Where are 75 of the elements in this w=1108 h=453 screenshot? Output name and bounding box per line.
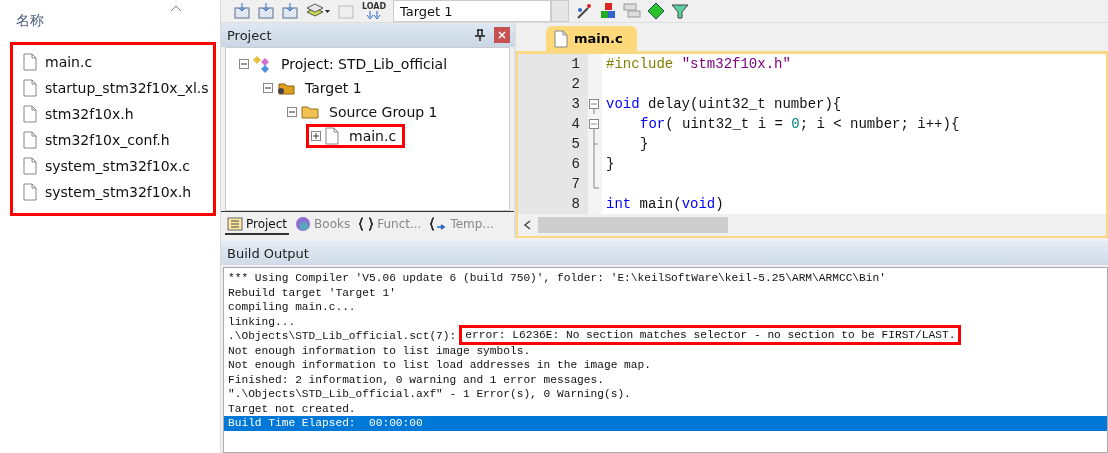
collapse-icon[interactable] [287,107,297,117]
code-line: #include "stm32f10x.h" [606,56,791,72]
code-line: } [606,156,615,172]
scrollbar-thumb[interactable] [538,217,728,233]
file-name[interactable]: system_stm32f10x.h [45,184,192,200]
editor-tab[interactable]: main.c [546,26,637,51]
panel-title: Project [221,23,514,47]
toolbar-icon[interactable] [257,2,275,20]
highlighted-error: error: L6236E: No section matches selector - no section to be FIRST/LAST. [459,325,962,345]
braces-icon [358,217,375,231]
output-line: Not enough information to list load addresses in the image map. [228,358,651,373]
file-tab-icon [554,29,568,48]
download-arrows-icon [367,10,381,21]
panel-tab[interactable]: Project [225,215,290,235]
code-line: } [640,136,649,152]
target-folder-icon [277,80,295,96]
output-line: linking... [228,314,296,329]
file-icon [23,105,37,123]
tree-item[interactable]: Project: STD_Lib_official [234,52,457,76]
line-number: 8 [518,194,588,214]
output-line: Rebuild target 'Target 1' [228,285,396,300]
tree-item[interactable]: Target 1 [258,76,371,100]
close-icon[interactable] [494,27,510,43]
line-number: 4 [518,114,588,134]
pin-icon[interactable] [474,29,486,41]
file-name[interactable]: stm32f10x_conf.h [45,132,170,148]
toolbar-icon[interactable] [233,2,251,20]
file-icon [23,79,37,97]
collapse-icon[interactable] [263,83,273,93]
funnel-icon[interactable] [671,2,689,20]
panel-title: Build Output [221,241,1108,265]
line-number: 3 [518,94,588,114]
line-number: 5 [518,134,588,154]
line-number: 2 [518,74,588,94]
code-line: for( uint32_t i = 0; i < number; i++){ [640,116,960,132]
code-line: void delay(uint32_t number){ [606,96,842,112]
file-icon [23,157,37,175]
file-name[interactable]: stm32f10x.h [45,106,134,122]
output-line: Finished: 2 information, 0 warning and 1 error messages. [228,372,604,387]
file-icon [23,183,37,201]
output-line: Target not created. [228,401,356,416]
tree-item[interactable]: main.c [306,124,406,148]
line-number: 6 [518,154,588,174]
load-button[interactable]: LOAD [361,1,387,21]
output-line: ".\Objects\STD_Lib_official.axf" - 1 Error(s), 0 Warning(s). [228,387,631,402]
file-name[interactable]: startup_stm32f10x_xl.s [45,80,209,96]
line-number: 1 [518,54,588,74]
output-line: .\Objects\STD_Lib_official.sct(7): [228,329,457,344]
code-line: int main(void) [606,196,724,212]
diamond-icon[interactable] [647,2,665,20]
file-name[interactable]: main.c [45,54,93,70]
tree-item[interactable]: Source Group 1 [282,100,447,124]
line-number: 7 [518,174,588,194]
target-select[interactable]: Target 1 [393,0,551,22]
file-icon [23,131,37,149]
template-icon [429,217,448,231]
toolbar-icon[interactable] [281,2,299,20]
expand-icon[interactable] [311,131,321,141]
project-tab-icon [227,217,243,231]
file-icon [325,127,339,145]
collapse-icon[interactable] [239,59,249,69]
output-line: Not enough information to list image symbols. [228,343,531,358]
file-icon [23,53,37,71]
books-icon [295,216,312,232]
project-diamonds-icon [253,55,271,73]
output-line: compiling main.c... [228,300,356,315]
magic-wand-icon[interactable] [575,2,593,20]
folder-icon [301,104,319,120]
output-line: *** Using Compiler 'V5.06 update 6 (build 750)', folder: 'E:\keilSoftWare\keil-5.25\ARM\ARMCC\Bin' [228,271,886,286]
output-line: Build Time Elapsed: 00:00:00 [228,416,423,431]
sort-up-icon [170,4,182,12]
blocks-icon[interactable] [599,2,617,20]
column-header[interactable]: 名称 [16,12,44,30]
windows-icon[interactable] [623,2,641,20]
file-name[interactable]: system_stm32f10x.c [45,158,191,174]
